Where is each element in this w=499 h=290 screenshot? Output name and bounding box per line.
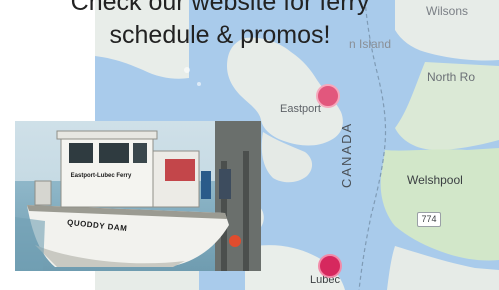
lubec-pin-icon[interactable]	[318, 254, 342, 278]
headline-line-1: Check our website for ferry	[70, 0, 370, 16]
boat-banner	[165, 159, 195, 181]
map-label-canada: CANADA	[339, 121, 354, 188]
boat-window	[69, 143, 93, 163]
headline: Check our website for ferry schedule & p…	[0, 0, 440, 52]
person	[201, 171, 211, 199]
person	[219, 169, 231, 199]
map-label-welshpool: Welshpool	[407, 173, 463, 187]
map-label-north-road: North Ro	[427, 70, 476, 84]
buoy	[229, 235, 241, 247]
map-label-eastport: Eastport	[280, 103, 321, 115]
boat-window	[99, 143, 129, 163]
boat-cabin-roof	[56, 130, 158, 140]
ferry-photo: Eastport-Lubec Ferry QUODDY DAM	[15, 121, 261, 271]
eastport-pin-icon[interactable]	[316, 84, 340, 108]
ferry-photo-image	[15, 121, 261, 271]
photo-sea-left	[15, 217, 45, 271]
photo-pier-post	[243, 151, 249, 271]
boat-sign: Eastport-Lubec Ferry	[70, 173, 132, 179]
headline-line-2: schedule & promos!	[109, 21, 331, 49]
boat-bow-post	[34, 180, 52, 206]
boat-window	[133, 143, 147, 163]
map-dot	[184, 67, 190, 73]
slide: Wilsons n Island North Ro Eastport Welsh…	[0, 0, 499, 290]
map-dot	[197, 82, 201, 86]
route-shield: 774	[417, 212, 441, 227]
